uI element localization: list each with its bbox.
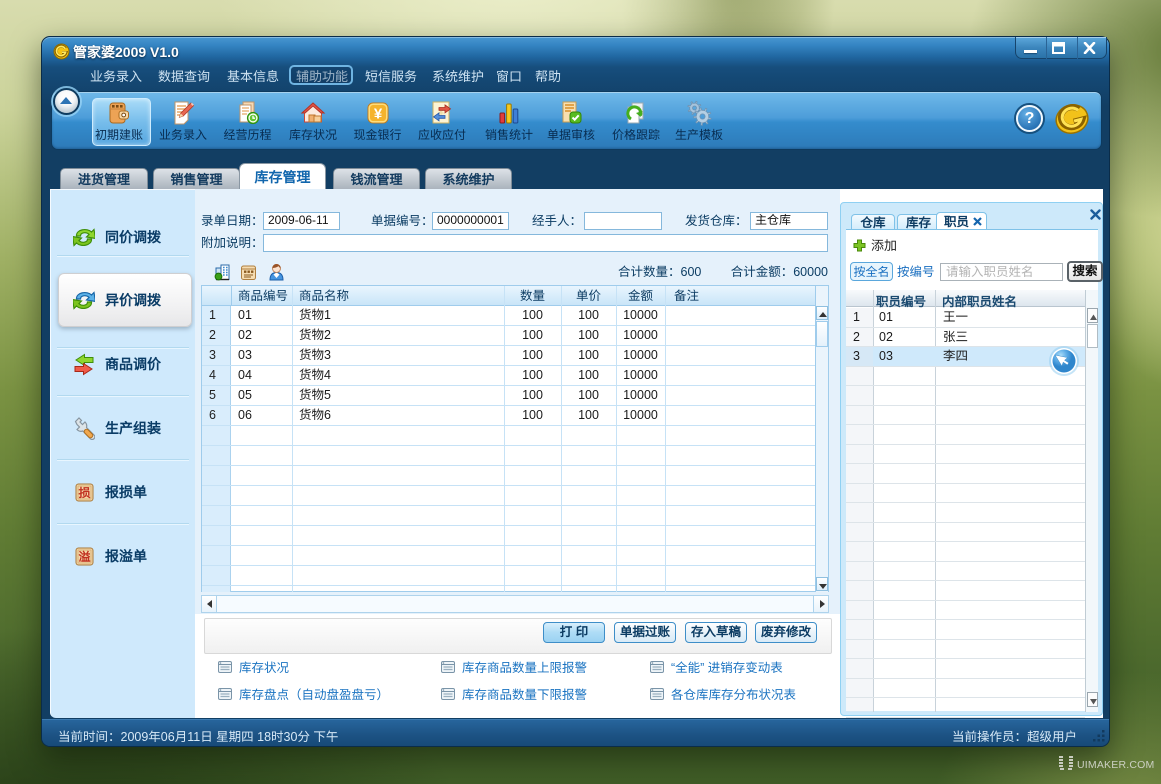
svg-text:损: 损 xyxy=(78,484,90,501)
svg-text:¥: ¥ xyxy=(373,106,382,123)
svg-text:溢: 溢 xyxy=(78,548,90,565)
